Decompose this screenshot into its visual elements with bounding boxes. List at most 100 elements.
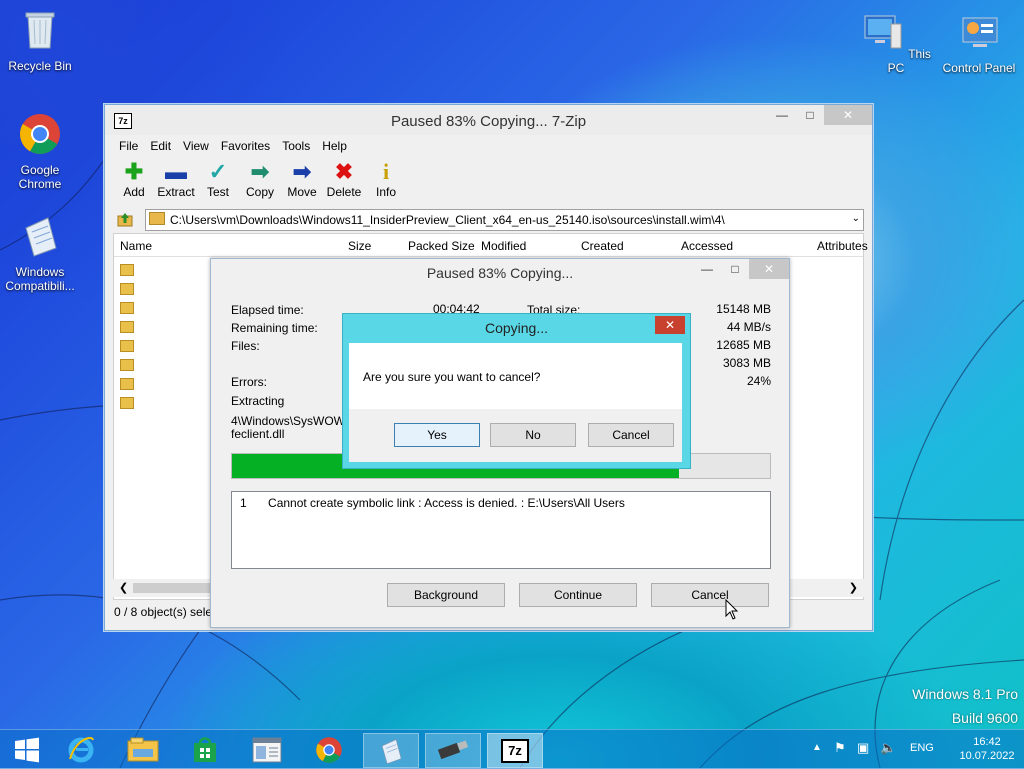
move-label: Move — [287, 185, 317, 199]
windows-edition-watermark: Windows 8.1 Pro — [912, 686, 1018, 702]
menu-bar: File Edit View Favorites Tools Help — [113, 139, 353, 153]
column-modified[interactable]: Modified — [481, 239, 526, 253]
taskbar-window-app[interactable] — [240, 733, 294, 766]
test-button[interactable]: ✓ Test — [197, 159, 239, 199]
maximize-button[interactable]: □ — [796, 105, 824, 125]
minimize-button[interactable]: — — [768, 105, 796, 125]
address-field[interactable]: C:\Users\vm\Downloads\Windows11_InsiderP… — [145, 209, 864, 231]
column-attributes[interactable]: Attributes — [817, 239, 868, 253]
close-button[interactable]: ✕ — [824, 105, 872, 125]
computer-icon — [864, 15, 902, 49]
extracting-label: Extracting — [231, 394, 285, 408]
plus-icon: ✚ — [124, 159, 144, 184]
taskbar-7zip[interactable]: 7z — [487, 733, 543, 768]
add-button[interactable]: ✚ Add — [113, 159, 155, 199]
copy-label: Copy — [245, 185, 274, 199]
menu-file[interactable]: File — [113, 139, 144, 153]
scroll-right-icon[interactable]: ❯ — [849, 581, 858, 594]
progress-close-button[interactable]: ✕ — [749, 259, 789, 279]
move-arrow-icon: ➡ — [292, 159, 312, 184]
tray-clock[interactable]: 16:42 10.07.2022 — [952, 735, 1022, 763]
main-window-title: Paused 83% Copying... 7-Zip — [390, 113, 587, 130]
taskbar-store[interactable] — [178, 733, 232, 766]
taskbar-internet-explorer[interactable] — [54, 733, 108, 766]
test-label: Test — [206, 185, 229, 199]
folder-row-icon[interactable] — [120, 321, 134, 333]
status-bar: 0 / 8 object(s) sele — [114, 605, 213, 619]
progress-cancel-button[interactable]: Cancel — [651, 583, 769, 607]
copy-button[interactable]: ➡ Copy — [239, 159, 281, 199]
start-button[interactable] — [0, 733, 54, 766]
taskbar-chrome[interactable] — [302, 733, 356, 766]
extract-button[interactable]: ▬ Extract — [155, 159, 197, 199]
desktop-icon-windows-compatibility[interactable]: Windows Compatibili... — [0, 214, 80, 293]
folder-row-icon[interactable] — [120, 340, 134, 352]
confirm-cancel-button[interactable]: Cancel — [588, 423, 674, 447]
folder-row-icon[interactable] — [120, 302, 134, 314]
usb-drive-icon — [437, 739, 469, 759]
elapsed-time-label: Elapsed time: — [231, 303, 304, 317]
input-language[interactable]: ENG — [910, 742, 934, 754]
errors-label: Errors: — [231, 375, 267, 389]
menu-tools[interactable]: Tools — [276, 139, 316, 153]
progress-minimize-button[interactable]: — — [693, 259, 721, 279]
toolbar: ✚ Add ▬ Extract ✓ Test ➡ Copy ➡ Move ✖ D… — [113, 159, 407, 199]
checkmark-icon: ✓ — [208, 159, 228, 184]
confirm-close-button[interactable]: ✕ — [655, 316, 685, 334]
taskbar-compatibility-app[interactable] — [363, 733, 419, 768]
address-bar-row: C:\Users\vm\Downloads\Windows11_InsiderP… — [115, 209, 864, 231]
folder-row-icon[interactable] — [120, 397, 134, 409]
progress-maximize-button[interactable]: □ — [721, 259, 749, 279]
taskbar-usb-drive[interactable] — [425, 733, 481, 768]
sevenzip-taskbar-icon: 7z — [501, 738, 529, 763]
file-explorer-icon — [127, 737, 159, 761]
folder-row-icon[interactable] — [120, 264, 134, 276]
menu-view[interactable]: View — [177, 139, 215, 153]
volume-icon[interactable]: 🔈 — [880, 740, 896, 756]
log-row[interactable]: 1 Cannot create symbolic link : Access i… — [240, 496, 625, 510]
desktop-icon-recycle-bin[interactable]: Recycle Bin — [0, 8, 80, 73]
document-icon — [381, 738, 402, 764]
network-icon[interactable]: ▣ — [857, 740, 869, 756]
delete-button[interactable]: ✖ Delete — [323, 159, 365, 199]
desktop-icon-label: Recycle Bin — [8, 59, 72, 73]
folder-row-icon[interactable] — [120, 359, 134, 371]
folder-row-icon[interactable] — [120, 378, 134, 390]
continue-button[interactable]: Continue — [519, 583, 637, 607]
files-label: Files: — [231, 339, 260, 353]
column-size[interactable]: Size — [348, 239, 371, 253]
menu-favorites[interactable]: Favorites — [215, 139, 276, 153]
main-titlebar[interactable]: 7z Paused 83% Copying... 7-Zip — □ ✕ — [105, 105, 872, 135]
chevron-down-icon[interactable]: ⌄ — [852, 209, 860, 229]
chrome-icon — [316, 736, 342, 763]
column-accessed[interactable]: Accessed — [681, 239, 733, 253]
column-name[interactable]: Name — [120, 239, 152, 253]
menu-help[interactable]: Help — [316, 139, 353, 153]
background-button[interactable]: Background — [387, 583, 505, 607]
info-button[interactable]: i Info — [365, 159, 407, 199]
clock-date: 10.07.2022 — [959, 750, 1015, 762]
confirm-cancel-dialog: Copying... ✕ Are you sure you want to ca… — [342, 313, 691, 469]
scrollbar-thumb[interactable] — [133, 583, 213, 593]
column-created[interactable]: Created — [581, 239, 624, 253]
menu-edit[interactable]: Edit — [144, 139, 177, 153]
error-log-list[interactable]: 1 Cannot create symbolic link : Access i… — [231, 491, 771, 569]
delete-label: Delete — [326, 185, 362, 199]
compressed-size-value: 3083 MB — [722, 356, 771, 370]
tray-expand-icon[interactable]: ▲ — [812, 742, 822, 753]
action-center-flag-icon[interactable]: ⚑ — [834, 740, 846, 756]
yes-button[interactable]: Yes — [394, 423, 480, 447]
desktop-icon-google-chrome[interactable]: Google Chrome — [0, 112, 80, 191]
desktop-icon-label: Windows Compatibili... — [5, 265, 75, 293]
no-button[interactable]: No — [490, 423, 576, 447]
column-packed-size[interactable]: Packed Size — [408, 239, 475, 253]
folder-up-icon[interactable] — [117, 211, 133, 227]
taskbar-file-explorer[interactable] — [116, 733, 170, 766]
folder-row-icon[interactable] — [120, 283, 134, 295]
scroll-left-icon[interactable]: ❮ — [119, 581, 128, 594]
move-button[interactable]: ➡ Move — [281, 159, 323, 199]
desktop-icon-control-panel[interactable]: Control Panel — [936, 10, 1022, 75]
recycle-bin-icon — [25, 12, 55, 49]
clock-time: 16:42 — [973, 736, 1001, 748]
desktop-icon-this-pc[interactable]: This PC — [856, 10, 936, 75]
